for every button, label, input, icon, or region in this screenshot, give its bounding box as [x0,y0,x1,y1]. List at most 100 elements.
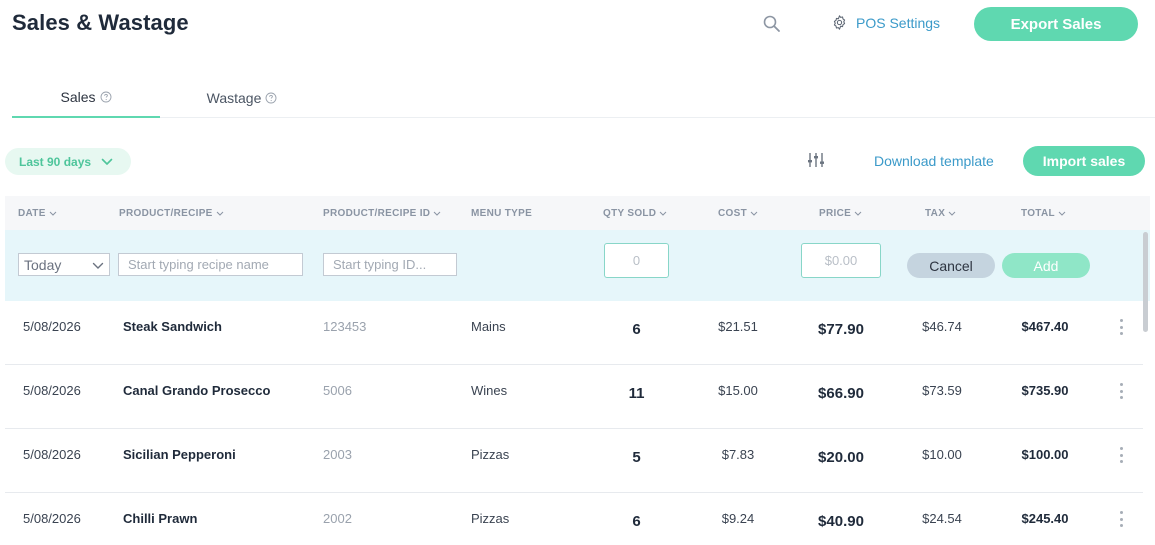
column-header-product-id[interactable]: PRODUCT/RECIPE ID [323,196,441,230]
kebab-menu-icon[interactable] [1115,318,1127,336]
cell-product: Sicilian Pepperoni [123,446,236,462]
date-range-label: Last 90 days [19,154,92,169]
cell-tax: $24.54 [922,510,962,526]
search-icon[interactable] [762,14,782,34]
cell-product-id: 123453 [323,318,367,334]
column-header-total[interactable]: TOTAL [1021,196,1066,230]
kebab-menu-icon[interactable] [1115,510,1127,528]
sales-table-body: 5/08/2026 Steak Sandwich 123453 Mains 6 … [5,301,1143,545]
kebab-menu-icon[interactable] [1115,446,1127,464]
cell-menu-type: Wines [471,382,508,398]
cell-cost: $15.00 [718,382,758,398]
table-row[interactable]: 5/08/2026 Sicilian Pepperoni 2003 Pizzas… [5,429,1143,493]
gear-icon [833,15,846,30]
cell-total: $467.40 [1021,318,1069,334]
cell-total: $100.00 [1021,446,1069,462]
cell-product-id: 2003 [323,446,352,462]
chevron-down-icon [1058,211,1066,216]
tab-wastage-label: Wastage [206,90,262,106]
help-circle-icon [265,92,277,104]
pos-settings-link[interactable]: POS Settings [831,14,940,31]
cell-date: 5/08/2026 [23,510,81,526]
chevron-down-icon [92,262,104,269]
date-select[interactable]: Today [18,253,110,276]
chevron-down-icon [49,211,57,216]
chevron-down-icon [659,211,667,216]
cell-price: $20.00 [818,448,864,466]
column-header-label: PRODUCT/RECIPE [119,207,213,219]
column-header-label: DATE [18,207,46,219]
cell-qty-sold: 5 [632,448,641,466]
sliders-icon[interactable] [807,151,825,169]
cell-tax: $46.74 [922,318,962,334]
chevron-down-icon [433,211,441,216]
cell-date: 5/08/2026 [23,382,81,398]
cancel-button[interactable]: Cancel [907,253,995,278]
chevron-down-icon [101,158,113,165]
chevron-down-icon [948,211,956,216]
cell-tax: $10.00 [922,446,962,462]
column-header-label: QTY SOLD [603,207,657,219]
cell-tax: $73.59 [922,382,962,398]
export-sales-button[interactable]: Export Sales [974,7,1138,41]
cell-price: $77.90 [818,320,864,338]
cell-qty-sold: 6 [632,512,641,530]
chevron-down-icon [216,211,224,216]
cell-menu-type: Pizzas [471,510,510,526]
table-row[interactable]: 5/08/2026 Steak Sandwich 123453 Mains 6 … [5,301,1143,365]
cell-total: $735.90 [1021,382,1069,398]
cell-total: $245.40 [1021,510,1069,526]
qty-sold-input[interactable] [604,243,669,278]
cell-price: $40.90 [818,512,864,530]
kebab-menu-icon[interactable] [1115,382,1127,400]
column-header-label: PRICE [819,207,852,219]
price-input[interactable] [801,243,881,278]
column-header-label: COST [718,207,747,219]
cell-price: $66.90 [818,384,864,402]
import-sales-button[interactable]: Import sales [1023,146,1145,176]
table-row[interactable]: 5/08/2026 Chilli Prawn 2002 Pizzas 6 $9.… [5,493,1143,545]
column-header-label: PRODUCT/RECIPE ID [323,207,431,219]
cell-qty-sold: 6 [632,320,641,338]
cell-product: Canal Grando Prosecco [123,382,271,398]
download-template-link[interactable]: Download template [874,153,994,169]
pos-settings-label: POS Settings [856,14,941,31]
cell-cost: $21.51 [718,318,758,334]
column-header-label: MENU TYPE [471,207,533,219]
cell-cost: $7.83 [721,446,755,462]
cell-qty-sold: 11 [628,384,645,402]
cell-menu-type: Pizzas [471,446,510,462]
cell-product-id: 2002 [323,510,352,526]
cell-cost: $9.24 [721,510,755,526]
column-header-product[interactable]: PRODUCT/RECIPE [119,196,224,230]
page-title: Sales & Wastage [12,10,189,35]
cell-date: 5/08/2026 [23,318,81,334]
column-header-tax[interactable]: TAX [925,196,956,230]
cell-date: 5/08/2026 [23,446,81,462]
column-header-qty-sold[interactable]: QTY SOLD [603,196,667,230]
tab-bar: Sales Wastage [12,78,1155,118]
chevron-down-icon [750,211,758,216]
table-row[interactable]: 5/08/2026 Canal Grando Prosecco 5006 Win… [5,365,1143,429]
date-range-filter[interactable]: Last 90 days [5,148,131,175]
vertical-scrollbar[interactable] [1143,232,1148,332]
column-header-label: TAX [925,207,946,219]
cell-product: Chilli Prawn [123,510,198,526]
column-header-price[interactable]: PRICE [819,196,862,230]
tab-wastage[interactable]: Wastage [162,78,322,118]
table-header: DATE PRODUCT/RECIPE PRODUCT/RECIPE ID ME… [5,196,1150,230]
cell-menu-type: Mains [471,318,506,334]
cell-product: Steak Sandwich [123,318,222,334]
column-header-date[interactable]: DATE [18,196,57,230]
date-select-value: Today [24,256,62,273]
chevron-down-icon [854,211,862,216]
add-button[interactable]: Add [1002,253,1090,278]
recipe-id-input[interactable] [323,253,457,276]
tab-sales[interactable]: Sales [12,78,160,118]
recipe-name-input[interactable] [118,253,303,276]
help-circle-icon [100,91,111,103]
column-header-label: TOTAL [1021,207,1055,219]
cell-product-id: 5006 [323,382,352,398]
column-header-cost[interactable]: COST [718,196,758,230]
column-header-menu-type: MENU TYPE [471,196,532,230]
